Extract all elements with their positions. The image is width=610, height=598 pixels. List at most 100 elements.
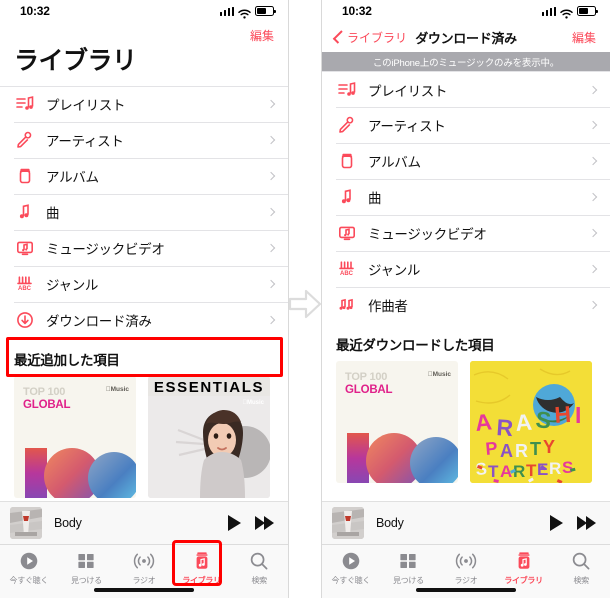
now-playing-title: Body	[54, 516, 82, 530]
browse-icon	[398, 550, 418, 572]
recently-downloaded-grid: TOP 100 GLOBAL Music	[322, 361, 610, 488]
comparison-stage: 10:32 編集 ライブラリ プレイリスト アーティスト アルバム 曲 ミュージ…	[0, 0, 610, 598]
status-indicators	[219, 6, 276, 19]
chevron-left-icon	[332, 30, 347, 44]
now-playing-title: Body	[376, 516, 404, 530]
artwork-illustration	[148, 395, 270, 498]
tab-label: ラジオ	[132, 576, 156, 585]
svg-text:H: H	[554, 401, 572, 428]
tab-listen-now[interactable]: 今すぐ聴く	[322, 550, 380, 598]
list-item-genres[interactable]: ABC ジャンル	[322, 251, 610, 287]
list-item-albums[interactable]: アルバム	[322, 143, 610, 179]
apple-music-badge: Music	[242, 399, 264, 406]
tab-label: 今すぐ聴く	[9, 576, 49, 585]
status-time: 10:32	[342, 4, 372, 18]
tab-listen-now[interactable]: 今すぐ聴く	[0, 550, 58, 598]
tab-label: 検索	[251, 576, 267, 585]
transition-gap	[288, 0, 322, 598]
album-icon	[14, 165, 36, 187]
tab-search[interactable]: 検索	[552, 550, 610, 598]
download-circle-icon	[14, 309, 36, 331]
svg-text:T: T	[526, 461, 537, 480]
svg-text:R: R	[496, 414, 515, 441]
fast-forward-icon[interactable]	[255, 516, 274, 530]
listen-now-icon	[341, 550, 361, 572]
list-item-artists[interactable]: アーティスト	[0, 121, 288, 158]
search-icon	[571, 550, 591, 572]
top100-global-artwork: TOP 100 GLOBAL Music	[14, 375, 136, 498]
list-item-playlists[interactable]: プレイリスト	[0, 85, 288, 122]
recently-added-grid: TOP 100 GLOBAL Music	[0, 375, 288, 503]
mini-player[interactable]: Body	[0, 501, 288, 545]
apple-music-badge: Music	[428, 371, 451, 378]
wifi-icon	[560, 6, 573, 19]
list-item-playlists[interactable]: プレイリスト	[322, 71, 610, 107]
svg-text:S: S	[562, 458, 573, 477]
list-item-label: 曲	[368, 191, 382, 206]
list-item-label: プレイリスト	[368, 83, 448, 99]
section-heading-recently-added: 最近追加した項目	[0, 337, 288, 376]
tab-bar: 今すぐ聴く 見つける ラジオ ライブラリ 検索	[322, 545, 610, 598]
artwork-illustration: A R A S H I P A R T Y S T	[470, 361, 592, 483]
tab-bar: 今すぐ聴く 見つける ラジオ ライブラリ 検索	[0, 545, 288, 598]
now-playing-artwork[interactable]	[10, 507, 42, 539]
album-card[interactable]: A R A S H I P A R T Y S T	[470, 361, 592, 488]
album-card[interactable]: TOP 100 GLOBAL Music	[14, 375, 136, 503]
arashi-party-starters-artwork: A R A S H I P A R T Y S T	[470, 361, 592, 483]
now-playing-artwork[interactable]	[332, 507, 364, 539]
chevron-right-icon	[266, 243, 276, 252]
list-item-label: 作曲者	[368, 299, 408, 314]
list-item-songs[interactable]: 曲	[0, 193, 288, 230]
play-icon[interactable]	[550, 515, 563, 531]
battery-icon	[577, 6, 598, 16]
list-item-artists[interactable]: アーティスト	[322, 107, 610, 143]
list-item-downloaded[interactable]: ダウンロード済み	[0, 301, 288, 338]
svg-text:I: I	[575, 402, 581, 428]
album-icon	[336, 150, 358, 172]
list-item-genres[interactable]: ABC ジャンル	[0, 265, 288, 302]
left-header-bar: 編集	[0, 22, 288, 48]
edit-button[interactable]: 編集	[250, 27, 274, 44]
list-item-composers[interactable]: 作曲者	[322, 287, 610, 323]
chevron-right-icon	[266, 171, 276, 180]
microphone-icon	[14, 129, 36, 151]
tab-label: ライブラリ	[182, 576, 221, 585]
album-card[interactable]: ESSENTIALS Music	[148, 375, 270, 503]
wifi-icon	[238, 6, 251, 19]
tab-search[interactable]: 検索	[230, 550, 288, 598]
radio-icon	[133, 550, 155, 572]
chevron-right-icon	[266, 279, 276, 288]
home-indicator	[94, 588, 194, 592]
list-item-music-videos[interactable]: ミュージックビデオ	[0, 229, 288, 266]
downloaded-only-banner: このiPhone上のミュージックのみを表示中。	[322, 52, 610, 71]
list-item-music-videos[interactable]: ミュージックビデオ	[322, 215, 610, 251]
page-title: ライブラリ	[0, 47, 288, 86]
list-item-label: プレイリスト	[46, 98, 126, 113]
svg-text:S: S	[534, 406, 552, 433]
svg-text:ABC: ABC	[340, 271, 354, 277]
svg-text:T: T	[530, 439, 541, 459]
microphone-icon	[336, 114, 358, 136]
play-icon[interactable]	[228, 515, 241, 531]
list-item-songs[interactable]: 曲	[322, 179, 610, 215]
top100-global-artwork: TOP 100 GLOBAL Music	[336, 361, 458, 483]
library-list: プレイリスト アーティスト アルバム 曲 ミュージックビデオ ABC ジャンル …	[0, 85, 288, 338]
list-item-albums[interactable]: アルバム	[0, 157, 288, 194]
back-button[interactable]: ライブラリ	[332, 29, 407, 46]
status-indicators	[541, 6, 598, 19]
list-item-label: アーティスト	[46, 133, 124, 149]
playlist-icon	[336, 79, 358, 101]
svg-text:A: A	[500, 441, 513, 461]
edit-button[interactable]: 編集	[572, 29, 596, 46]
fast-forward-icon[interactable]	[577, 516, 596, 530]
chevron-right-icon	[588, 300, 598, 310]
chevron-right-icon	[588, 85, 598, 94]
mini-player[interactable]: Body	[322, 501, 610, 545]
list-item-label: 曲	[46, 205, 60, 221]
navigation-bar: ライブラリ ダウンロード済み 編集	[322, 22, 610, 52]
album-card[interactable]: TOP 100 GLOBAL Music	[336, 361, 458, 488]
svg-text:Y: Y	[543, 437, 555, 457]
radio-icon	[455, 550, 477, 572]
chevron-right-icon	[588, 192, 598, 202]
chevron-right-icon	[588, 120, 598, 130]
